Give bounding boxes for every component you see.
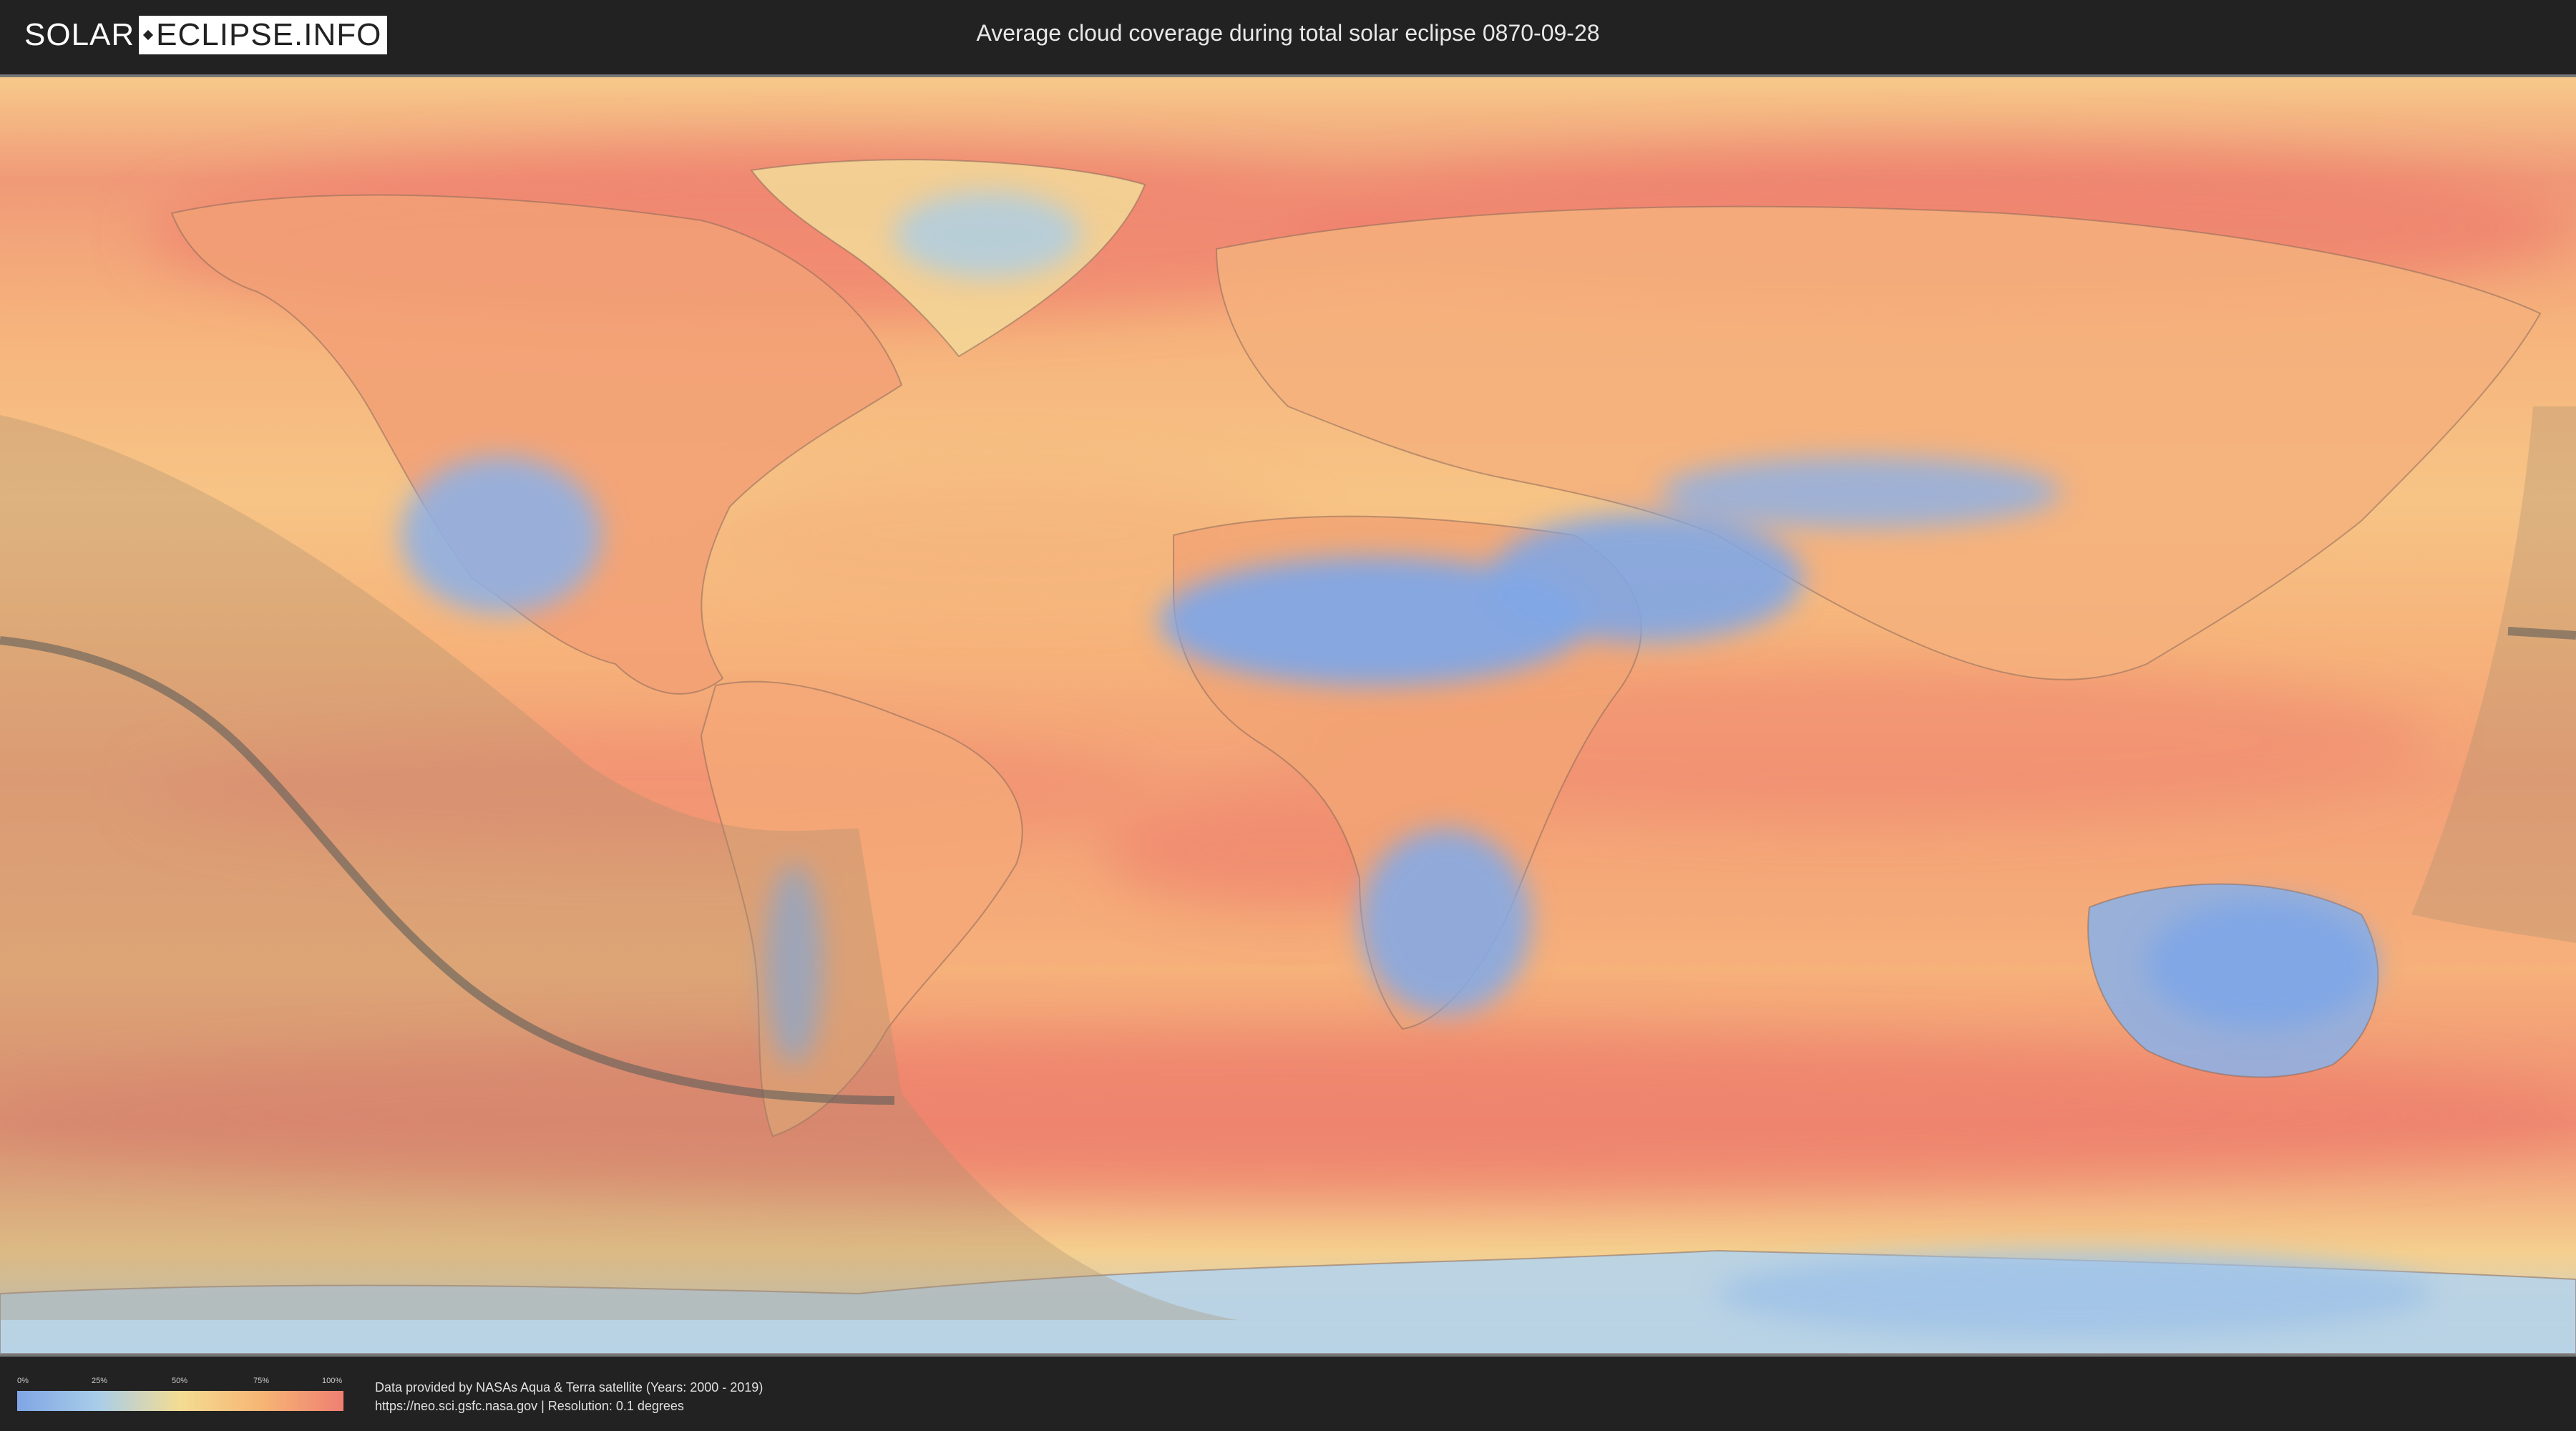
legend-color-scale: [17, 1391, 343, 1411]
cloud-coverage-legend: 0% 25% 50% 75% 100%: [17, 1377, 343, 1411]
page: SOLAR ECLIPSE.INFO Average cloud coverag…: [0, 0, 2576, 1431]
credits-source: Data provided by NASAs Aqua & Terra sate…: [375, 1380, 763, 1395]
data-credits: Data provided by NASAs Aqua & Terra sate…: [375, 1378, 763, 1415]
footer-bar: 0% 25% 50% 75% 100% Data provided by NAS…: [0, 1359, 2576, 1431]
legend-tick-75: 75%: [253, 1377, 270, 1385]
cloud-coverage-map[interactable]: [0, 74, 2576, 1357]
legend-tick-0: 0%: [17, 1377, 29, 1385]
legend-tick-50: 50%: [172, 1377, 188, 1385]
eclipse-centerline-east: [2507, 627, 2576, 640]
credits-url-resolution: https://neo.sci.gsfc.nasa.gov | Resoluti…: [375, 1399, 684, 1413]
page-title: Average cloud coverage during total sola…: [976, 20, 1600, 46]
map-canvas: [0, 77, 2576, 1354]
legend-tick-100: 100%: [322, 1377, 343, 1385]
header-bar: SOLAR ECLIPSE.INFO Average cloud coverag…: [0, 0, 2576, 72]
legend-ticks: 0% 25% 50% 75% 100%: [17, 1377, 343, 1388]
legend-tick-25: 25%: [92, 1377, 108, 1385]
